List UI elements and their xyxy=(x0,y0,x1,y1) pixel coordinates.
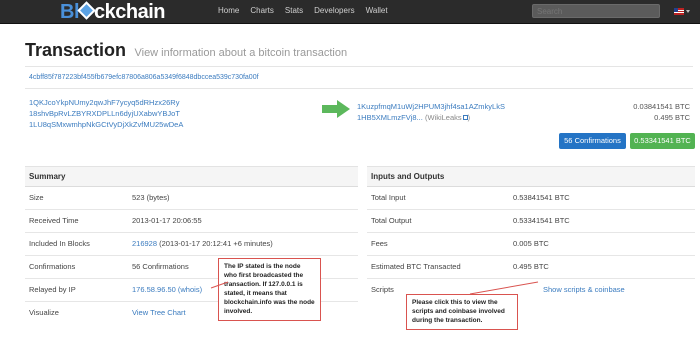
output-row: 1KuzpfmqM1uWj2HPUM3jhf4sa1AZmkyLkS xyxy=(357,101,505,112)
address-tag-label: (WikiLeaks xyxy=(424,113,462,122)
io-row-total-input: Total Input 0.53841541 BTC xyxy=(367,187,695,210)
row-value: 0.005 BTC xyxy=(513,239,549,248)
io-row-total-output: Total Output 0.53341541 BTC xyxy=(367,210,695,233)
nav-wallet[interactable]: Wallet xyxy=(366,0,388,24)
search-input[interactable] xyxy=(532,4,660,18)
block-time: (2013-01-17 20:12:41 +6 minutes) xyxy=(159,239,273,248)
blockchain-logo[interactable]: Bl ckchain xyxy=(60,1,165,23)
summary-row-included-in-blocks: Included In Blocks 216928 (2013-01-17 20… xyxy=(25,233,358,256)
nav-developers[interactable]: Developers xyxy=(314,0,354,24)
output-amount: 0.03841541 BTC xyxy=(633,102,690,111)
row-label: Visualize xyxy=(29,308,59,317)
input-address-list: 1QKJcoYkpNUmy2qwJhF7ycyq5dRHzx26Ry 18shv… xyxy=(29,97,183,130)
page-subtitle: View information about a bitcoin transac… xyxy=(134,47,348,59)
row-value: 176.58.96.50 (whois) xyxy=(132,279,202,301)
output-address-list: 1KuzpfmqM1uWj2HPUM3jhf4sa1AZmkyLkS 1HB5X… xyxy=(357,101,505,123)
view-tree-chart-link[interactable]: View Tree Chart xyxy=(132,302,186,324)
row-label: Received Time xyxy=(29,216,79,225)
row-label: Included In Blocks xyxy=(29,239,90,248)
block-link[interactable]: 216928 xyxy=(132,239,157,248)
show-scripts-link[interactable]: Show scripts & coinbase xyxy=(543,279,625,301)
ip-link[interactable]: 176.58.96.50 xyxy=(132,285,176,294)
page-title: Transaction xyxy=(25,40,127,60)
output-address[interactable]: 1HB5XMLmzFVj8... xyxy=(357,113,423,122)
output-address[interactable]: 1KuzpfmqM1uWj2HPUM3jhf4sa1AZmkyLkS xyxy=(357,102,505,111)
external-link-icon[interactable] xyxy=(462,115,468,120)
transaction-hash-link[interactable]: 4cbff85f787223bf455fb679efc87806a806a534… xyxy=(29,74,259,81)
row-label: Total Input xyxy=(371,193,406,202)
input-address[interactable]: 18shvBpRvLZBYRXDPLLn6dyjUXabwYBJoT xyxy=(29,108,183,119)
total-amount-button[interactable]: 0.53341541 BTC xyxy=(630,133,695,149)
summary-row-size: Size 523 (bytes) xyxy=(25,187,358,210)
row-label: Fees xyxy=(371,239,388,248)
top-navbar: Bl ckchain Home Charts Stats Developers W… xyxy=(0,0,700,24)
row-value: 56 Confirmations xyxy=(132,262,189,271)
io-row-fees: Fees 0.005 BTC xyxy=(367,233,695,256)
page-heading: Transaction View information about a bit… xyxy=(25,40,347,61)
row-label: Total Output xyxy=(371,216,412,225)
row-label: Confirmations xyxy=(29,262,76,271)
divider xyxy=(25,66,693,67)
nav-charts[interactable]: Charts xyxy=(250,0,274,24)
output-row: 1HB5XMLmzFVj8... (WikiLeaks) xyxy=(357,112,505,123)
flag-uk-icon[interactable] xyxy=(674,8,684,15)
row-label: Relayed by IP xyxy=(29,285,76,294)
logo-text-start: Bl xyxy=(60,1,80,23)
row-value: 0.53841541 BTC xyxy=(513,193,570,202)
row-label: Estimated BTC Transacted xyxy=(371,262,461,271)
row-value: 523 (bytes) xyxy=(132,193,170,202)
ip-annotation-callout: The IP stated is the node who first broa… xyxy=(218,258,321,321)
logo-cube-icon xyxy=(77,1,96,20)
summary-row-received-time: Received Time 2013-01-17 20:06:55 xyxy=(25,210,358,233)
inputs-outputs-header: Inputs and Outputs xyxy=(367,167,695,187)
confirmations-button[interactable]: 56 Confirmations xyxy=(559,133,626,149)
divider xyxy=(25,88,693,89)
row-label: Size xyxy=(29,193,44,202)
nav-stats[interactable]: Stats xyxy=(285,0,303,24)
nav-home[interactable]: Home xyxy=(218,0,239,24)
right-arrow-icon xyxy=(322,100,350,118)
summary-header: Summary xyxy=(25,167,358,187)
row-value: 216928 (2013-01-17 20:12:41 +6 minutes) xyxy=(132,233,273,255)
row-label: Scripts xyxy=(371,285,394,294)
input-address[interactable]: 1QKJcoYkpNUmy2qwJhF7ycyq5dRHzx26Ry xyxy=(29,97,183,108)
output-amounts: 0.03841541 BTC 0.495 BTC xyxy=(633,101,690,123)
address-tag: (WikiLeaks) xyxy=(424,113,471,122)
row-value: 0.53341541 BTC xyxy=(513,216,570,225)
row-value: 0.495 BTC xyxy=(513,262,549,271)
row-value: 2013-01-17 20:06:55 xyxy=(132,216,202,225)
inputs-outputs-panel: Inputs and Outputs Total Input 0.5384154… xyxy=(367,166,695,302)
input-address[interactable]: 1LU8qSMxwmhpNkGCtVyDjXkZvfMU25wDeA xyxy=(29,119,183,130)
nav-links: Home Charts Stats Developers Wallet xyxy=(218,0,399,24)
output-amount: 0.495 BTC xyxy=(654,113,690,122)
io-row-estimated-transacted: Estimated BTC Transacted 0.495 BTC xyxy=(367,256,695,279)
scripts-annotation-callout: Please click this to view the scripts an… xyxy=(406,294,518,330)
whois-link[interactable]: (whois) xyxy=(178,285,202,294)
chevron-down-icon[interactable] xyxy=(686,10,690,13)
logo-text-end: ckchain xyxy=(94,1,165,23)
